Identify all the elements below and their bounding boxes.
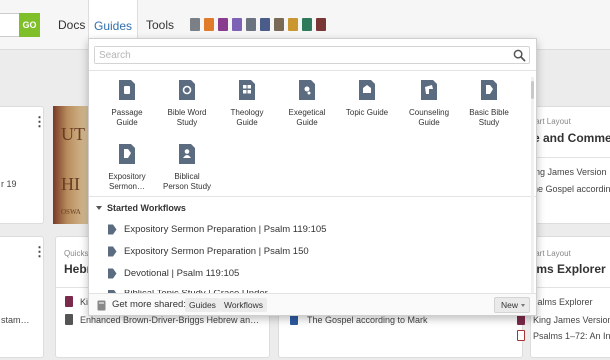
cover-text: OSWA (61, 208, 81, 216)
card-text: r 19 (1, 179, 17, 189)
app-shortcut-icon[interactable] (232, 18, 242, 31)
card-line[interactable]: he Gospel according (533, 184, 610, 194)
topic-guide-icon (359, 80, 375, 100)
divider (531, 287, 610, 288)
guides-search-box (94, 46, 530, 64)
dashboard-card: tart Layout lms Explorer salms Explorer … (517, 236, 610, 358)
theology-guide-icon (239, 80, 255, 100)
collapse-triangle-icon[interactable] (96, 206, 102, 210)
more-menu-icon[interactable]: ⋮ (33, 245, 46, 258)
section-title: Started Workflows (107, 203, 186, 213)
guide-label: Counseling Guide (408, 108, 450, 127)
divider (531, 157, 610, 158)
nav-docs[interactable]: Docs (58, 0, 85, 50)
card-line[interactable]: Enhanced Brown-Driver-Briggs Hebrew an… (80, 315, 259, 325)
workflow-title: Expository Sermon Preparation | Psalm 15… (124, 246, 309, 257)
card-title: lms Explorer (533, 262, 606, 276)
guide-tile-biblical-person-study[interactable]: Biblical Person Study (157, 143, 217, 192)
scrollbar-thumb[interactable] (531, 81, 534, 99)
guide-tile-expository-sermon[interactable]: Expository Sermon… (97, 143, 157, 192)
workflow-item[interactable]: Expository Sermon Preparation | Psalm 11… (107, 224, 326, 235)
card-label: tart Layout (533, 249, 571, 258)
workflow-title: Devotional | Psalm 119:105 (124, 268, 240, 279)
app-shortcut-icon[interactable] (246, 18, 256, 31)
app-shortcut-icon[interactable] (302, 18, 312, 31)
divider (89, 196, 536, 197)
app-shortcut-icon[interactable] (218, 18, 228, 31)
workflow-icon (108, 268, 117, 279)
card-line[interactable]: ing James Version (533, 167, 607, 177)
main-search-input[interactable] (0, 13, 20, 37)
cover-text: HI (61, 174, 80, 194)
dashboard-card: ⋮ r 19 (0, 106, 46, 224)
biblical-person-study-icon (179, 144, 195, 164)
dashboard-card: ⋮ stam… (0, 236, 46, 358)
card-line[interactable]: The Gospel according to Mark (307, 315, 428, 325)
go-button[interactable]: GO (19, 13, 40, 37)
guide-tile-exegetical-guide[interactable]: Exegetical Guide (277, 79, 337, 128)
workflows-chip-link[interactable]: Workflows (220, 298, 268, 312)
card-label: tart Layout (533, 117, 571, 126)
shared-doc-icon (97, 300, 106, 311)
workflow-item[interactable]: Expository Sermon Preparation | Psalm 15… (107, 246, 309, 257)
guide-label: Topic Guide (345, 108, 389, 117)
counseling-guide-icon (421, 80, 437, 100)
guide-label: Biblical Person Study (162, 172, 212, 191)
more-menu-icon[interactable]: ⋮ (33, 115, 46, 128)
card-line[interactable]: Ki (80, 297, 88, 307)
expository-sermon-icon (119, 144, 135, 164)
search-icon[interactable] (513, 49, 526, 62)
started-workflows-header[interactable]: Started Workflows (96, 203, 186, 213)
guides-dropdown-panel: PassageGuide Bible WordStudy TheologyGuide… (88, 38, 537, 316)
chevron-down-icon (521, 304, 525, 307)
book-cover-image[interactable]: UT HI OSWA (53, 106, 89, 224)
passage-guide-icon (119, 80, 135, 100)
guide-label: Theology Guide (230, 108, 264, 127)
book-icon (65, 314, 73, 325)
card-line[interactable]: salms Explorer (533, 297, 593, 307)
workflow-icon (108, 224, 117, 235)
guide-label: Basic Bible Study (469, 108, 509, 127)
app-shortcut-icon[interactable] (274, 18, 284, 31)
cover-text: UT (61, 124, 85, 144)
app-shortcut-icon[interactable] (190, 18, 200, 31)
new-label: New (501, 300, 519, 310)
exegetical-guide-icon (299, 80, 315, 100)
card-text: stam… (1, 315, 30, 325)
card-line[interactable]: King James Version (533, 315, 610, 325)
card-title: e and Commer (533, 131, 610, 145)
new-button[interactable]: New (494, 297, 530, 313)
divider (89, 70, 536, 71)
app-shortcut-icon[interactable] (288, 18, 298, 31)
workflow-icon (108, 246, 117, 257)
guide-tile-basic-bible-study[interactable]: Basic Bible Study (459, 79, 519, 128)
app-shortcut-icon[interactable] (316, 18, 326, 31)
book-icon (65, 296, 73, 307)
guide-tile-theology-guide[interactable]: Theology Guide (217, 79, 277, 128)
workflow-item[interactable]: Devotional | Psalm 119:105 (107, 268, 239, 279)
guide-label: Bible Word Study (167, 108, 207, 127)
get-more-shared-label: Get more shared: (112, 299, 186, 310)
app-shortcut-icon[interactable] (260, 18, 270, 31)
guide-tile-bible-word-study[interactable]: Bible Word Study (157, 79, 217, 128)
dashboard-card: tart Layout e and Commer ing James Versi… (530, 106, 610, 224)
guides-search-input[interactable] (95, 47, 495, 63)
guide-tile-topic-guide[interactable]: Topic Guide (337, 79, 397, 118)
app-shortcut-icon[interactable] (204, 18, 214, 31)
guide-label: Passage Guide (111, 108, 143, 127)
book-icon (517, 330, 525, 341)
guide-tile-counseling-guide[interactable]: Counseling Guide (399, 79, 459, 128)
panel-footer: Get more shared: Guides Workflows New (89, 293, 536, 315)
app-shortcut-icons (190, 18, 326, 31)
workflow-title: Expository Sermon Preparation | Psalm 11… (124, 224, 327, 235)
guide-label: Exegetical Guide (288, 108, 326, 127)
bible-word-study-icon (179, 80, 195, 100)
guides-chip-link[interactable]: Guides (185, 298, 220, 312)
card-line[interactable]: Psalms 1–72: An Intro (533, 331, 610, 341)
scrollbar[interactable] (531, 77, 534, 309)
basic-bible-study-icon (481, 80, 497, 100)
guide-label: Expository Sermon… (108, 172, 146, 191)
card-label: Quickst (64, 249, 91, 258)
guide-tile-passage-guide[interactable]: Passage Guide (97, 79, 157, 128)
